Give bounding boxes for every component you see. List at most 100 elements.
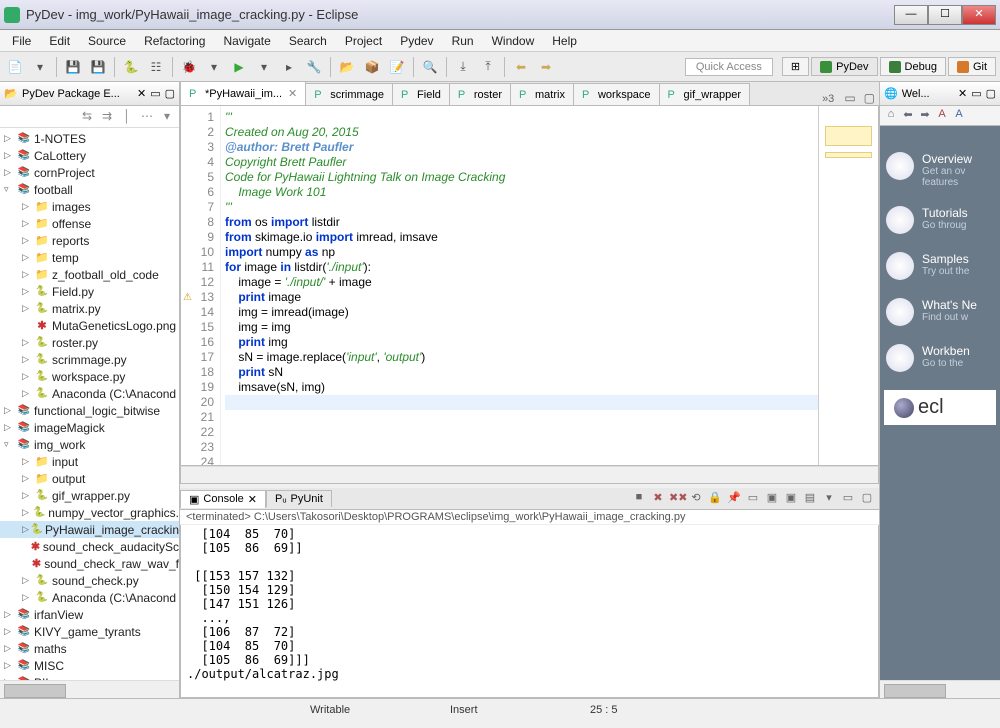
scroll-lock-icon[interactable]: 🔒 [707, 491, 723, 507]
tab-close-icon[interactable]: ✕ [288, 87, 297, 100]
editor-maximize-icon[interactable]: ▢ [860, 91, 879, 105]
next-annotation-button[interactable]: ⤓ [452, 56, 474, 78]
clear-console-icon[interactable]: ⟲ [688, 491, 704, 507]
nav-back-icon[interactable]: ⬅ [901, 108, 915, 123]
collapse-all-icon[interactable]: ⇆ [79, 109, 95, 125]
minimize-button[interactable] [894, 5, 928, 25]
save-button[interactable]: 💾 [62, 56, 84, 78]
home-icon[interactable]: ⌂ [884, 108, 898, 123]
close-button[interactable] [962, 5, 996, 25]
welcome-item[interactable]: TutorialsGo throug [886, 206, 994, 234]
menu-window[interactable]: Window [484, 32, 543, 50]
tree-item[interactable]: ▷input [0, 453, 179, 470]
back-button[interactable]: ⬅ [510, 56, 532, 78]
tree-item[interactable]: ▷MISC [0, 657, 179, 674]
menu-run[interactable]: Run [444, 32, 482, 50]
overview-ruler[interactable] [818, 106, 878, 465]
tree-item[interactable]: ▿football [0, 181, 179, 198]
console-tab[interactable]: ▣Console✕ [180, 490, 266, 508]
import-button[interactable]: ☷ [145, 56, 167, 78]
filter-icon[interactable]: │ [119, 109, 135, 125]
tree-item[interactable]: sound_check_raw_wav_f [0, 555, 179, 572]
editor-tab[interactable]: PField [392, 83, 450, 105]
console-output[interactable]: [104 85 70] [105 86 69]] [[153 157 132] … [180, 525, 879, 698]
run-dropdown[interactable]: ▾ [253, 56, 275, 78]
new-console-icon[interactable]: ▣ [783, 491, 799, 507]
perspective-git[interactable]: Git [948, 57, 996, 76]
menu-source[interactable]: Source [80, 32, 134, 50]
new-button[interactable]: 📄 [4, 56, 26, 78]
save-all-button[interactable]: 💾 [87, 56, 109, 78]
code-area[interactable]: '''Created on Aug 20, 2015@author: Brett… [221, 106, 818, 465]
enlarge-icon[interactable]: A [952, 108, 966, 123]
tree-item[interactable]: ▷roster.py [0, 334, 179, 351]
menu-edit[interactable]: Edit [41, 32, 78, 50]
menu-search[interactable]: Search [281, 32, 335, 50]
pyunit-tab[interactable]: PᵤPyUnit [266, 490, 332, 507]
tree-item[interactable]: ▷reports [0, 232, 179, 249]
tree-item[interactable]: ▷offense [0, 215, 179, 232]
menu-refactoring[interactable]: Refactoring [136, 32, 213, 50]
editor-tab[interactable]: Pmatrix [510, 83, 574, 105]
link-editor-icon[interactable]: ⇉ [99, 109, 115, 125]
remove-launch-icon[interactable]: ✖ [650, 491, 666, 507]
tree-item[interactable]: ▷PyHawaii_image_crackin [0, 521, 179, 538]
welcome-close-icon[interactable]: ✕ [958, 87, 967, 100]
terminate-icon[interactable]: ■ [631, 491, 647, 507]
new-module-button[interactable]: 📝 [386, 56, 408, 78]
welcome-item[interactable]: WorkbenGo to the [886, 344, 994, 372]
menu-navigate[interactable]: Navigate [215, 32, 278, 50]
quick-access-input[interactable]: Quick Access [685, 58, 773, 76]
tree-item[interactable]: ▷scrimmage.py [0, 351, 179, 368]
tree-item[interactable]: ▷KIVY_game_tyrants [0, 623, 179, 640]
menu-file[interactable]: File [4, 32, 39, 50]
remove-all-icon[interactable]: ✖✖ [669, 491, 685, 507]
tree-item[interactable]: ▷gif_wrapper.py [0, 487, 179, 504]
debug-dropdown[interactable]: ▾ [203, 56, 225, 78]
display-selected-icon[interactable]: ▭ [745, 491, 761, 507]
nav-fwd-icon[interactable]: ➡ [918, 108, 932, 123]
tree-item[interactable]: ▷irfanView [0, 606, 179, 623]
tree-item[interactable]: ▷z_football_old_code [0, 266, 179, 283]
code-editor[interactable]: 1234567891011121314151617181920212223242… [180, 106, 879, 466]
welcome-min-icon[interactable]: ▭ [971, 87, 981, 100]
tree-item[interactable]: ▷functional_logic_bitwise [0, 402, 179, 419]
external-tools-button[interactable]: 🔧 [303, 56, 325, 78]
perspective-pydev[interactable]: PyDev [811, 57, 877, 76]
welcome-max-icon[interactable]: ▢ [986, 87, 996, 100]
tree-item[interactable]: ▷workspace.py [0, 368, 179, 385]
welcome-body[interactable]: OverviewGet an ov features TutorialsGo th… [880, 126, 1000, 680]
menu-help[interactable]: Help [544, 32, 585, 50]
working-sets-icon[interactable]: ⋯ [139, 109, 155, 125]
forward-button[interactable]: ➡ [535, 56, 557, 78]
reduce-icon[interactable]: A [935, 108, 949, 123]
welcome-item[interactable]: What's NeFind out w [886, 298, 994, 326]
editor-tab[interactable]: Pworkspace [573, 83, 660, 105]
new-dropdown[interactable]: ▾ [29, 56, 51, 78]
view-close-icon[interactable]: ✕ [137, 87, 146, 100]
view-minimize-icon[interactable]: ▭ [150, 87, 160, 100]
tree-item[interactable]: ▷1-NOTES [0, 130, 179, 147]
pin-console-icon[interactable]: 📌 [726, 491, 742, 507]
tree-item[interactable]: ▷output [0, 470, 179, 487]
welcome-item[interactable]: OverviewGet an ov features [886, 152, 994, 188]
view-menu-icon[interactable]: ▾ [159, 109, 175, 125]
tree-item[interactable]: ▷Anaconda (C:\Anacond [0, 385, 179, 402]
debug-button[interactable]: 🐞 [178, 56, 200, 78]
run-button[interactable]: ▶ [228, 56, 250, 78]
tree-item[interactable]: ▷maths [0, 640, 179, 657]
tree-item[interactable]: ▷Field.py [0, 283, 179, 300]
view-maximize-icon[interactable]: ▢ [165, 87, 175, 100]
tree-item[interactable]: ▷matrix.py [0, 300, 179, 317]
tree-item[interactable]: ▷temp [0, 249, 179, 266]
welcome-hscrollbar[interactable] [880, 680, 1000, 698]
tree-item[interactable]: ▷Anaconda (C:\Anacond [0, 589, 179, 606]
editor-tab[interactable]: Pgif_wrapper [659, 83, 750, 105]
menu-pydev[interactable]: Pydev [392, 32, 441, 50]
tree-item[interactable]: ▷imageMagick [0, 419, 179, 436]
new-package-button[interactable]: 📦 [361, 56, 383, 78]
search-button[interactable]: 🔍 [419, 56, 441, 78]
coverage-button[interactable]: ▸ [278, 56, 300, 78]
console-max-icon[interactable]: ▢ [859, 491, 875, 507]
console-min-icon[interactable]: ▭ [840, 491, 856, 507]
